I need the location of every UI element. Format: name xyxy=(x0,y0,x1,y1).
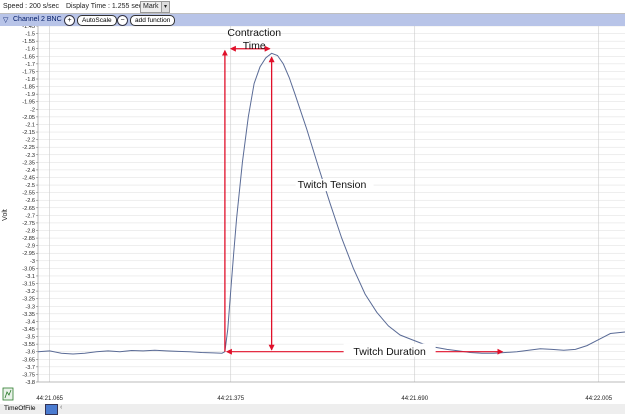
y-tick-label: -2.1 xyxy=(25,122,35,128)
y-tick-label: -3.5 xyxy=(25,335,35,341)
y-tick-label: -2.65 xyxy=(22,206,35,212)
contraction-label: Contraction xyxy=(227,27,281,39)
twitch-duration-label: Twitch Duration xyxy=(353,346,426,358)
y-tick-label: -2.7 xyxy=(25,213,35,219)
y-tick-label: -1.8 xyxy=(25,77,35,83)
y-tick-label: -3.7 xyxy=(25,365,35,371)
y-tick-label: -3.35 xyxy=(22,312,35,318)
y-tick-label: -2.3 xyxy=(25,153,35,159)
y-tick-label: -3.65 xyxy=(22,357,35,363)
y-tick-label: -3.55 xyxy=(22,342,35,348)
autoscale-button[interactable]: AutoScale xyxy=(77,15,117,26)
y-tick-label: -3 xyxy=(30,259,35,265)
bottom-bar: TimeOfFile ‹ xyxy=(0,404,625,415)
y-tick-label: -3.2 xyxy=(25,289,35,295)
chart-area: -1.45 -1.5-1.55 -1.6-1.65 -1.7-1.75 -1.8 -1.8… xyxy=(2,26,625,402)
y-tick-label: -2.85 xyxy=(22,236,35,242)
x-tick-label: 44:21.375 xyxy=(217,396,244,402)
series-line xyxy=(37,52,625,355)
y-tick-label: -1.45 xyxy=(22,26,35,30)
y-tick-label: -1.5 xyxy=(25,32,35,38)
x-tick-label: 44:22.005 xyxy=(585,396,612,402)
y-tick-label: -2 xyxy=(30,107,35,113)
y-tick-label: -3.6 xyxy=(25,350,35,356)
x-tick-label: 44:21.065 xyxy=(36,396,63,402)
y-tick-label: -2.05 xyxy=(22,115,35,121)
y-tick-label: -2.8 xyxy=(25,229,35,235)
time-label: Time xyxy=(243,40,266,52)
y-tick-label: -1.95 xyxy=(22,100,35,106)
mark-dropdown-icon[interactable]: ▾ xyxy=(161,1,170,13)
scroll-left-icon[interactable]: ‹ xyxy=(60,404,62,411)
mark-button[interactable]: Mark xyxy=(140,1,162,13)
channel-corner-icon[interactable] xyxy=(2,387,14,401)
channel-name: Channel 2 BNC xyxy=(13,16,62,23)
zoom-in-icon[interactable]: + xyxy=(64,15,75,26)
zoom-out-icon[interactable]: − xyxy=(117,15,128,26)
y-tick-label: -1.65 xyxy=(22,54,35,60)
channel-bar: ▽ Channel 2 BNC + AutoScale − add functi… xyxy=(0,14,625,26)
time-format-stepper[interactable] xyxy=(45,404,58,415)
y-axis-label: Volt xyxy=(2,209,9,221)
y-tick-label: -3.8 xyxy=(25,380,35,386)
top-toolbar: Speed : 200 s/sec Display Time : 1.255 s… xyxy=(0,0,625,14)
y-tick-label: -2.25 xyxy=(22,145,35,151)
time-of-file-label: TimeOfFile xyxy=(4,405,36,412)
y-tick-label: -1.6 xyxy=(25,47,35,53)
y-tick-label: -3.1 xyxy=(25,274,35,280)
y-tick-label: -3.4 xyxy=(25,319,35,325)
grid-lines xyxy=(38,26,625,383)
y-tick-label: -3.15 xyxy=(22,282,35,288)
y-tick-label: -2.35 xyxy=(22,160,35,166)
y-axis: -1.45 -1.5-1.55 -1.6-1.65 -1.7-1.75 -1.8 -1.8… xyxy=(22,26,39,386)
y-tick-label: -1.55 xyxy=(22,39,35,45)
y-tick-label: -2.2 xyxy=(25,138,35,144)
y-tick-label: -2.5 xyxy=(25,183,35,189)
y-tick-label: -1.9 xyxy=(25,92,35,98)
y-tick-label: -2.45 xyxy=(22,175,35,181)
y-tick-label: -3.25 xyxy=(22,297,35,303)
y-tick-label: -3.45 xyxy=(22,327,35,333)
y-tick-label: -3.05 xyxy=(22,266,35,272)
y-tick-label: -2.75 xyxy=(22,221,35,227)
twitch-tension-label: Twitch Tension xyxy=(298,179,367,191)
y-tick-label: -3.75 xyxy=(22,372,35,378)
y-tick-label: -2.95 xyxy=(22,251,35,257)
y-tick-label: -3.3 xyxy=(25,304,35,310)
x-axis: 44:21.065 44:21.375 44:21.690 44:22.005 xyxy=(36,381,625,402)
y-tick-label: -2.9 xyxy=(25,244,35,250)
speed-readout: Speed : 200 s/sec xyxy=(3,3,60,10)
y-tick-label: -1.75 xyxy=(22,69,35,75)
y-tick-label: -1.7 xyxy=(25,62,35,68)
y-tick-label: -2.55 xyxy=(22,191,35,197)
y-tick-label: -2.4 xyxy=(25,168,35,174)
y-tick-label: -2.15 xyxy=(22,130,35,136)
add-function-button[interactable]: add function xyxy=(130,15,176,26)
x-tick-label: 44:21.690 xyxy=(401,396,428,402)
display-time-readout: Display Time : 1.255 sec xyxy=(66,3,143,10)
y-tick-label: -2.6 xyxy=(25,198,35,204)
y-tick-label: -1.85 xyxy=(22,85,35,91)
collapse-triangle-icon[interactable]: ▽ xyxy=(3,16,8,24)
